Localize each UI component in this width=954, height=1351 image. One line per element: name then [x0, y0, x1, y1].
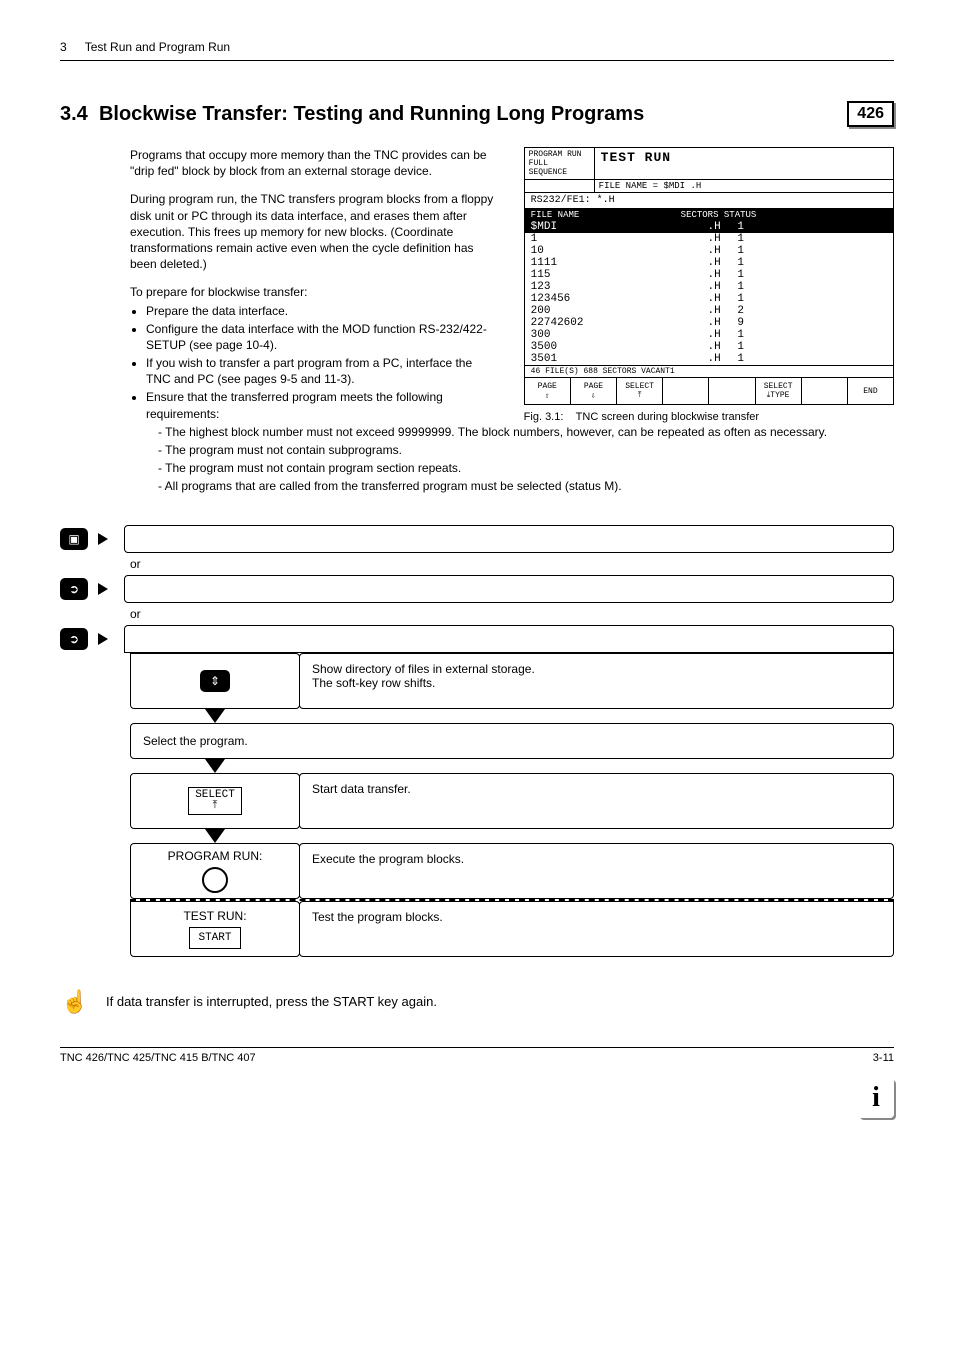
note-text: If data transfer is interrupted, press t… [106, 994, 437, 1009]
hand-pointer-icon: ☝ [60, 987, 90, 1017]
tnc-softkey-row: PAGE ⇧PAGE ⇩SELECT ⤒ SELECT ⤓TYPE END [525, 377, 893, 404]
flow-connector-icon [205, 759, 225, 773]
figure-caption: Fig. 3.1: TNC screen during blockwise tr… [524, 411, 894, 423]
tnc-file-row: 200.H2 [525, 305, 893, 317]
tnc-corner-line1: PROGRAM RUN [529, 150, 590, 159]
mode-full-seq-icon[interactable]: ➲ [60, 578, 88, 600]
flow-connector-icon [205, 829, 225, 843]
updown-arrows-icon: ⇕ [200, 670, 230, 692]
tnc-screenshot: PROGRAM RUN FULL SEQUENCE TEST RUN FILE … [524, 147, 894, 405]
mode-single-step-icon[interactable]: ➲ [60, 628, 88, 650]
tnc-softkey[interactable] [663, 378, 709, 404]
header-page-number: 3 [60, 40, 67, 54]
prep-intro: To prepare for blockwise transfer: [130, 284, 494, 300]
mode-test-run-icon[interactable]: ▣ [60, 528, 88, 550]
section-title: 3.4 Blockwise Transfer: Testing and Runn… [60, 103, 644, 126]
tnc-footer-line: 46 FILE(S) 688 SECTORS VACANT1 [525, 365, 893, 377]
col-sectors: SECTORS [681, 210, 719, 220]
tnc-softkey[interactable]: SELECT ⤒ [617, 378, 663, 404]
empty-bar [124, 625, 894, 653]
subreq: The program must not contain subprograms… [158, 442, 894, 458]
footer-page: 3-11 [873, 1052, 894, 1064]
subreq: The program must not contain program sec… [158, 460, 894, 476]
bullet: Configure the data interface with the MO… [146, 321, 494, 353]
info-icon: i [858, 1078, 894, 1118]
tnc-file-row: 3501.H1 [525, 353, 893, 365]
section-title-text: Blockwise Transfer: Testing and Running … [99, 103, 644, 125]
arrow-right-icon [98, 533, 108, 545]
select-softkey[interactable]: SELECT⤒ [130, 773, 300, 829]
prep-bullets: Prepare the data interface. Configure th… [130, 303, 494, 422]
tnc-softkey[interactable] [709, 378, 755, 404]
caption-text: TNC screen during blockwise transfer [576, 411, 759, 423]
bullet: If you wish to transfer a part program f… [146, 355, 494, 387]
subreq: All programs that are called from the tr… [158, 478, 894, 494]
step-start-transfer: Start data transfer. [299, 773, 894, 829]
tnc-file-row: 1.H1 [525, 233, 893, 245]
tnc-title: TEST RUN [595, 148, 677, 179]
tnc-col-headers: FILE NAME SECTORS STATUS [525, 209, 893, 221]
page-footer: TNC 426/TNC 425/TNC 415 B/TNC 407 3-11 i [60, 1047, 894, 1118]
model-badge: 426 [847, 101, 894, 127]
caption-label: Fig. 3.1: [524, 411, 564, 423]
tnc-softkey[interactable]: END [848, 378, 893, 404]
start-key-label: START [189, 927, 240, 949]
subreq: The highest block number must not exceed… [158, 424, 894, 440]
tnc-softkey[interactable] [802, 378, 848, 404]
tnc-corner-line2: FULL SEQUENCE [529, 159, 590, 177]
bullet: Ensure that the transferred program meet… [146, 389, 494, 421]
col-file: FILE NAME [531, 210, 681, 220]
tnc-file-row: $MDI.H1 [525, 221, 893, 233]
tnc-file-row: 10.H1 [525, 245, 893, 257]
tnc-softkey[interactable]: PAGE ⇧ [525, 378, 571, 404]
footer-model: TNC 426/TNC 425/TNC 415 B/TNC 407 [60, 1052, 256, 1064]
tnc-file-row: 22742602.H9 [525, 317, 893, 329]
nc-start-key[interactable]: PROGRAM RUN: [130, 843, 300, 899]
tnc-file-row: 300.H1 [525, 329, 893, 341]
note-row: ☝ If data transfer is interrupted, press… [60, 987, 894, 1017]
procedure-flow: ▣ or ➲ or ➲ ⇕ Show directory of files in… [60, 525, 894, 957]
step-execute-blocks: Execute the program blocks. [299, 843, 894, 899]
section-heading-row: 3.4 Blockwise Transfer: Testing and Runn… [60, 101, 894, 127]
flow-connector-icon [205, 709, 225, 723]
tnc-softkey[interactable]: SELECT ⤓TYPE [756, 378, 802, 404]
tnc-filebar: FILE NAME = $MDI .H [595, 180, 706, 192]
or-label: or [130, 607, 894, 621]
page-header: 3 Test Run and Program Run [60, 40, 894, 54]
tnc-file-row: 123.H1 [525, 281, 893, 293]
sub-requirements: The highest block number must not exceed… [130, 424, 894, 495]
transfer-icon: ⤒ [213, 800, 218, 812]
step-test-blocks: Test the program blocks. [299, 901, 894, 957]
empty-bar [124, 525, 894, 553]
bullet: Prepare the data interface. [146, 303, 494, 319]
nc-start-circle-icon [202, 867, 228, 893]
step-select-program: Select the program. [130, 723, 894, 759]
arrow-right-icon [98, 633, 108, 645]
paragraph-2: During program run, the TNC transfers pr… [130, 191, 494, 272]
or-label: or [130, 557, 894, 571]
tnc-subline: RS232/FE1: *.H [525, 193, 893, 209]
tnc-file-row: 3500.H1 [525, 341, 893, 353]
tnc-file-list: $MDI.H11.H110.H11111.H1115.H1123.H112345… [525, 221, 893, 365]
section-number: 3.4 [60, 103, 88, 125]
program-run-label: PROGRAM RUN: [168, 849, 263, 863]
ext-key[interactable]: ⇕ [130, 653, 300, 709]
test-run-label: TEST RUN: [183, 909, 246, 923]
step-show-directory: Show directory of files in external stor… [299, 653, 894, 709]
col-status: STATUS [724, 210, 756, 220]
tnc-file-row: 115.H1 [525, 269, 893, 281]
header-rule [60, 60, 894, 61]
arrow-right-icon [98, 583, 108, 595]
body-text: Programs that occupy more memory than th… [60, 147, 494, 424]
tnc-file-row: 1111.H1 [525, 257, 893, 269]
header-chapter: Test Run and Program Run [85, 40, 230, 54]
empty-bar [124, 575, 894, 603]
tnc-softkey[interactable]: PAGE ⇩ [571, 378, 617, 404]
start-softkey[interactable]: TEST RUN: START [130, 901, 300, 957]
tnc-file-row: 123456.H1 [525, 293, 893, 305]
paragraph-1: Programs that occupy more memory than th… [130, 147, 494, 179]
